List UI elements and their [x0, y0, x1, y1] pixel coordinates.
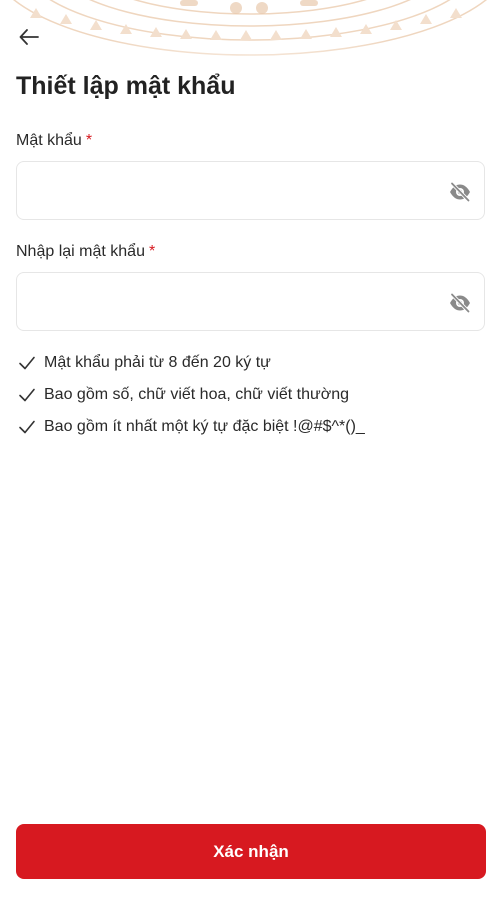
confirm-password-field-box [16, 272, 485, 331]
confirm-password-input[interactable] [17, 273, 437, 330]
required-mark: * [85, 132, 93, 149]
password-field-box [16, 161, 485, 220]
password-rule-text: Mật khẩu phải từ 8 đến 20 ký tự [44, 354, 271, 371]
back-button[interactable] [12, 22, 46, 52]
password-rules-list: Mật khẩu phải từ 8 đến 20 ký tự Bao gồm … [18, 347, 365, 443]
password-rule-item: Mật khẩu phải từ 8 đến 20 ký tự [18, 347, 365, 379]
password-rule-item: Bao gồm số, chữ viết hoa, chữ viết thườn… [18, 379, 365, 411]
confirm-button[interactable]: Xác nhận [16, 824, 486, 879]
password-input[interactable] [17, 162, 437, 219]
password-label-text: Mật khẩu [16, 132, 82, 149]
check-icon [19, 388, 35, 402]
confirm-password-label: Nhập lại mật khẩu * [16, 243, 155, 261]
password-label: Mật khẩu * [16, 132, 92, 150]
confirm-password-label-text: Nhập lại mật khẩu [16, 243, 145, 260]
password-rule-text: Bao gồm số, chữ viết hoa, chữ viết thườn… [44, 386, 349, 403]
password-rule-item: Bao gồm ít nhất một ký tự đặc biệt !@#$^… [18, 411, 365, 443]
arrow-left-icon [19, 29, 39, 45]
check-icon [19, 356, 35, 370]
eye-off-icon[interactable] [448, 180, 472, 204]
page-title: Thiết lập mật khẩu [16, 72, 236, 100]
check-icon [19, 420, 35, 434]
password-rule-text: Bao gồm ít nhất một ký tự đặc biệt !@#$^… [44, 418, 365, 435]
required-mark: * [148, 243, 156, 260]
eye-off-icon[interactable] [448, 291, 472, 315]
